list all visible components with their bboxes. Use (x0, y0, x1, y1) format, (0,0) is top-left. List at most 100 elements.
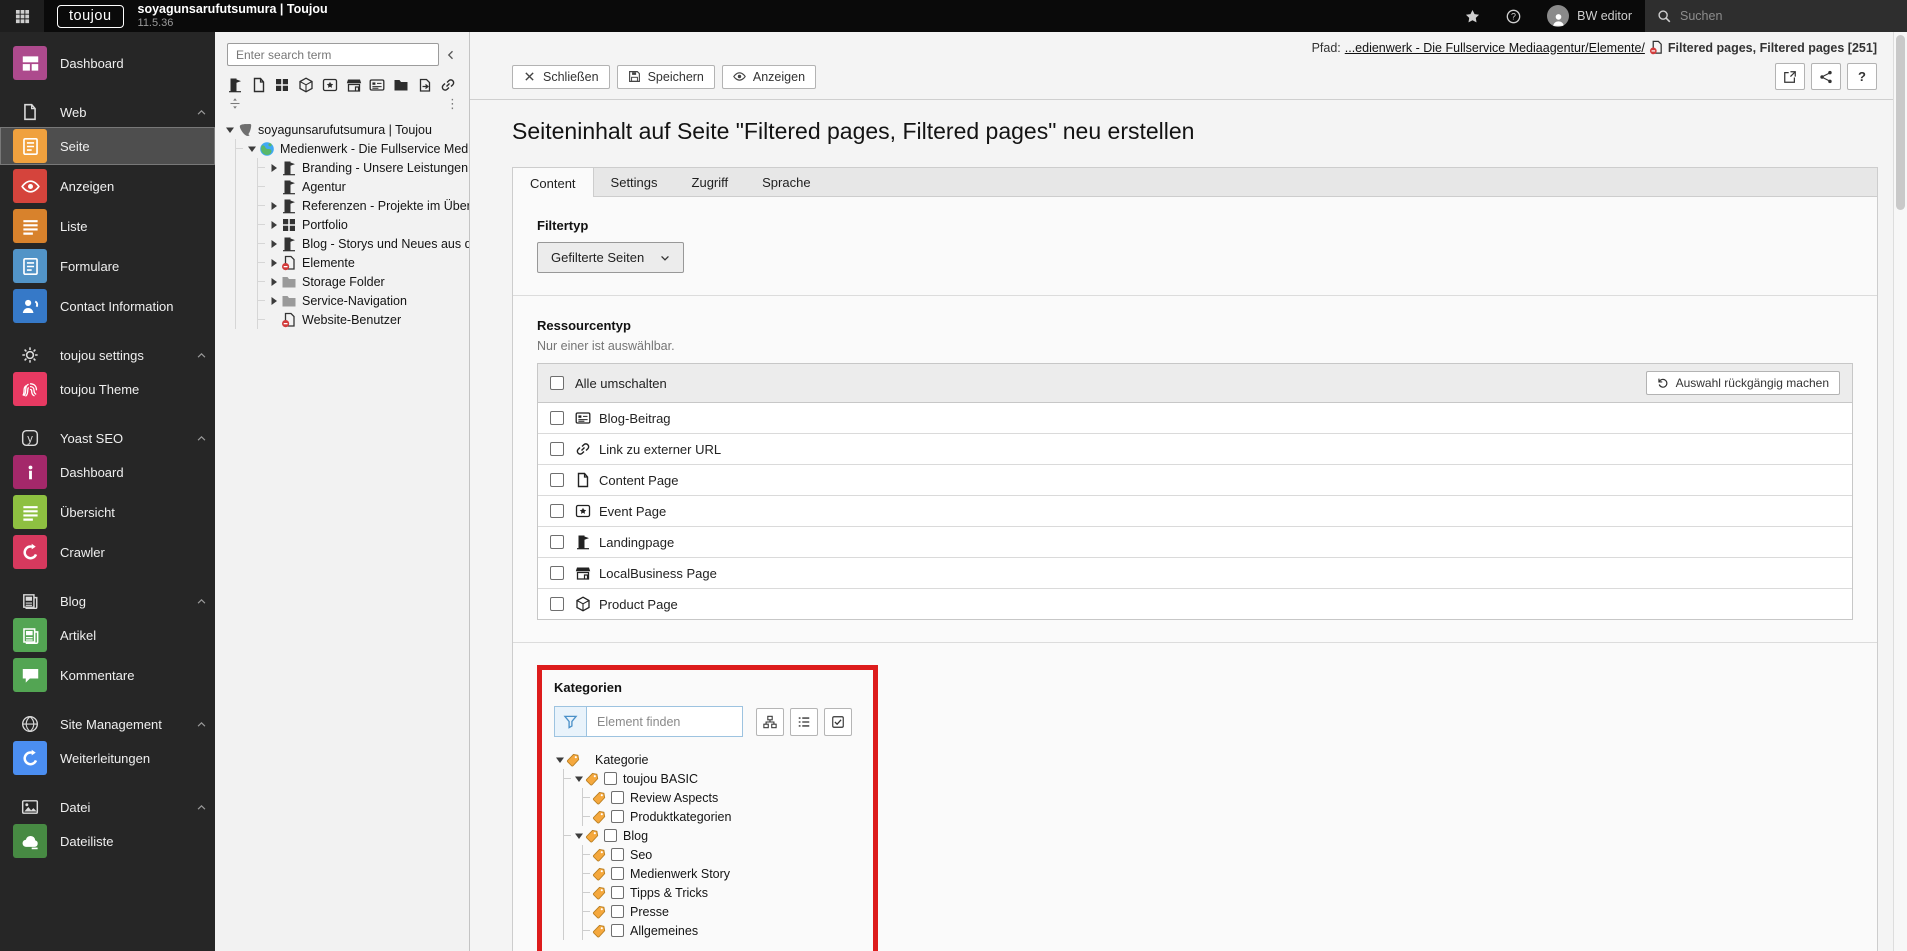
category-checkbox[interactable] (611, 791, 624, 804)
sidebar-item-toujou-theme[interactable]: toujou Theme (0, 370, 215, 408)
event-page-icon[interactable] (322, 76, 339, 93)
sidebar-item-uebersicht[interactable]: Übersicht (0, 493, 215, 531)
toggle-all-checkbox[interactable] (550, 376, 564, 390)
category-node[interactable]: Medienwerk Story (592, 864, 861, 883)
collapse-tree-button[interactable] (439, 49, 463, 61)
scrollbar-thumb[interactable] (1896, 35, 1905, 210)
sidebar-section-datei[interactable]: Datei (0, 794, 215, 820)
view-button[interactable]: Anzeigen (721, 64, 817, 89)
resource-checkbox[interactable] (550, 535, 564, 549)
tree-node[interactable]: Portfolio (267, 215, 469, 234)
sidebar-item-dateiliste[interactable]: Dateiliste (0, 822, 215, 860)
resource-checkbox[interactable] (550, 504, 564, 518)
tab-settings[interactable]: Settings (594, 168, 675, 196)
resource-checkbox[interactable] (550, 442, 564, 456)
category-checkbox[interactable] (611, 886, 624, 899)
resize-handle-icon[interactable] (229, 97, 241, 110)
close-button[interactable]: Schließen (512, 64, 610, 89)
resource-checkbox[interactable] (550, 473, 564, 487)
filtertyp-select[interactable]: Gefilterte Seiten (537, 242, 685, 273)
tree-node[interactable]: Branding - Unsere Leistungen (267, 158, 469, 177)
caret-down-icon[interactable] (223, 126, 236, 134)
tree-node-site[interactable]: Medienwerk - Die Fullservice Mediaag (245, 139, 469, 158)
path-link[interactable]: ...edienwerk - Die Fullservice Mediaagen… (1345, 41, 1645, 55)
kebab-menu-icon[interactable]: ⋮ (446, 97, 459, 110)
undo-selection-button[interactable]: Auswahl rückgängig machen (1645, 371, 1840, 395)
category-node[interactable]: Produktkategorien (592, 807, 861, 826)
sidebar-section-site-management[interactable]: Site Management (0, 711, 215, 737)
caret-right-icon[interactable] (267, 240, 280, 248)
sidebar-item-anzeigen[interactable]: Anzeigen (0, 167, 215, 205)
category-node-root[interactable]: Kategorie (554, 750, 861, 769)
resource-row[interactable]: Product Page (538, 589, 1852, 619)
sidebar-item-contact-information[interactable]: Contact Information (0, 287, 215, 325)
module-grid-button[interactable] (0, 0, 44, 32)
global-search-input[interactable] (1680, 9, 1850, 23)
tab-zugriff[interactable]: Zugriff (675, 168, 746, 196)
category-checkbox[interactable] (611, 905, 624, 918)
sidebar-item-kommentare[interactable]: Kommentare (0, 656, 215, 694)
caret-right-icon[interactable] (267, 278, 280, 286)
toggle-checkboxes-button[interactable] (824, 707, 852, 736)
caret-down-icon[interactable] (573, 832, 585, 840)
category-checkbox[interactable] (611, 848, 624, 861)
category-checkbox[interactable] (604, 829, 617, 842)
caret-right-icon[interactable] (267, 164, 280, 172)
resource-checkbox[interactable] (550, 411, 564, 425)
tree-node[interactable]: Storage Folder (267, 272, 469, 291)
toujou-logo[interactable]: toujou (57, 4, 124, 28)
category-node[interactable]: toujou BASIC (573, 769, 861, 788)
landingpage-icon[interactable] (227, 76, 244, 93)
caret-right-icon[interactable] (267, 259, 280, 267)
caret-down-icon[interactable] (245, 145, 258, 153)
resource-row[interactable]: LocalBusiness Page (538, 558, 1852, 589)
sidebar-item-liste[interactable]: Liste (0, 207, 215, 245)
open-new-window-button[interactable] (1775, 63, 1805, 90)
resource-row[interactable]: Event Page (538, 496, 1852, 527)
blog-post-icon[interactable] (369, 76, 386, 93)
sidebar-section-yoast-seo[interactable]: Yoast SEO (0, 425, 215, 451)
user-menu-button[interactable]: BW editor (1534, 0, 1645, 32)
category-filter-input[interactable] (587, 706, 743, 737)
category-node[interactable]: Presse (592, 902, 861, 921)
portfolio-icon[interactable] (274, 76, 291, 93)
product-page-icon[interactable] (298, 76, 315, 93)
tab-sprache[interactable]: Sprache (745, 168, 827, 196)
resource-row[interactable]: Content Page (538, 465, 1852, 496)
tree-node-root[interactable]: soyagunsarufutsumura | Toujou (223, 120, 469, 139)
tree-node[interactable]: Blog - Storys und Neues aus dem M (267, 234, 469, 253)
help-button[interactable]: ? (1847, 63, 1877, 90)
share-button[interactable] (1811, 63, 1841, 90)
export-icon[interactable] (417, 76, 434, 93)
sidebar-item-weiterleitungen[interactable]: Weiterleitungen (0, 739, 215, 777)
sidebar-item-artikel[interactable]: Artikel (0, 616, 215, 654)
resource-checkbox[interactable] (550, 566, 564, 580)
category-checkbox[interactable] (611, 867, 624, 880)
tab-content[interactable]: Content (513, 168, 594, 197)
category-node[interactable]: Tipps & Tricks (592, 883, 861, 902)
resource-checkbox[interactable] (550, 597, 564, 611)
list-view-button[interactable] (790, 707, 818, 736)
external-link-icon[interactable] (440, 76, 457, 93)
category-checkbox[interactable] (611, 924, 624, 937)
tree-node[interactable]: Service-Navigation (267, 291, 469, 310)
tree-node[interactable]: Website-Benutzer (267, 310, 469, 329)
sidebar-item-dashboard[interactable]: Dashboard (0, 44, 215, 82)
caret-down-icon[interactable] (573, 775, 585, 783)
category-node[interactable]: Review Aspects (592, 788, 861, 807)
sidebar-item-crawler[interactable]: Crawler (0, 533, 215, 571)
expand-tree-button[interactable] (756, 707, 784, 736)
bookmarks-button[interactable] (1452, 0, 1493, 32)
category-node[interactable]: Seo (592, 845, 861, 864)
tree-node[interactable]: Agentur (267, 177, 469, 196)
localbusiness-page-icon[interactable] (346, 76, 363, 93)
sidebar-item-yoast-dashboard[interactable]: Dashboard (0, 453, 215, 491)
category-checkbox[interactable] (604, 772, 617, 785)
sidebar-section-toujou-settings[interactable]: toujou settings (0, 342, 215, 368)
caret-right-icon[interactable] (267, 202, 280, 210)
content-page-icon[interactable] (251, 76, 268, 93)
sidebar-section-web[interactable]: Web (0, 99, 215, 125)
caret-right-icon[interactable] (267, 297, 280, 305)
category-checkbox[interactable] (611, 810, 624, 823)
resource-row[interactable]: Landingpage (538, 527, 1852, 558)
